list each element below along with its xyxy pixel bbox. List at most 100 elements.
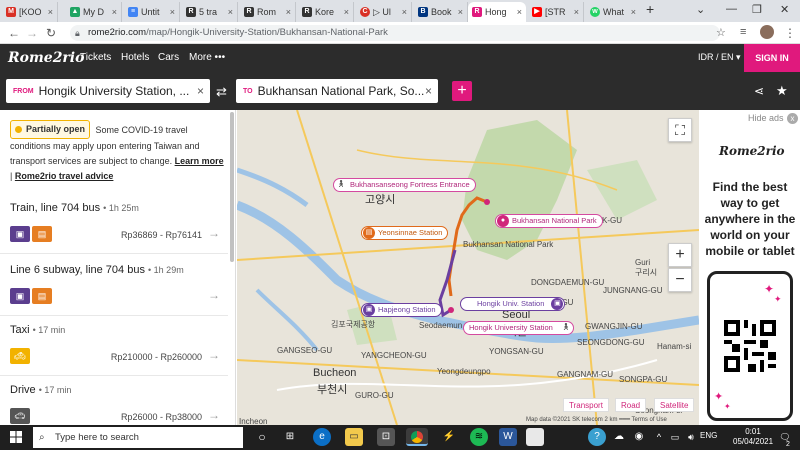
- route-title: Line 6 subway, line 704 bus: [10, 264, 145, 276]
- map-label-gwangjin: GWANGJIN-GU: [585, 322, 643, 331]
- menu-icon[interactable]: ⋮: [784, 26, 796, 40]
- from-field[interactable]: FROM Hongik University Station, ... ×: [6, 79, 210, 103]
- close-icon[interactable]: ×: [112, 7, 117, 17]
- close-icon[interactable]: ×: [402, 7, 407, 17]
- bookmark-star-icon[interactable]: ☆: [716, 26, 726, 39]
- browser-tab[interactable]: w What ×: [586, 2, 640, 22]
- clock-date: 05/04/2021: [733, 437, 774, 446]
- reading-list-icon[interactable]: ≡: [740, 26, 746, 38]
- store-icon[interactable]: ⊡: [377, 428, 395, 446]
- browser-tab[interactable]: R5 tra ×: [182, 2, 238, 22]
- map-type-transport[interactable]: Transport: [563, 398, 609, 412]
- browser-tab[interactable]: R Kore ×: [298, 2, 354, 22]
- swap-icon[interactable]: ⇄: [216, 84, 227, 100]
- pin-yeonsinnae[interactable]: ▤ Yeonsinnae Station: [361, 226, 449, 240]
- learn-more-link[interactable]: Learn more: [175, 156, 224, 166]
- fullscreen-icon[interactable]: ⛶: [668, 118, 692, 142]
- favorite-star-icon[interactable]: ★: [776, 83, 788, 99]
- browser-tab[interactable]: R Rom ×: [240, 2, 296, 22]
- close-icon[interactable]: ×: [458, 7, 463, 17]
- browser-tab[interactable]: ≡ Untit ×: [124, 2, 180, 22]
- word-icon[interactable]: W: [499, 428, 517, 446]
- zoom-in-button[interactable]: +: [668, 243, 692, 267]
- route-map[interactable]: 고양시 Seoul 서울 Bucheon 부천시 Guri 구리시 GWANGJ…: [237, 110, 699, 425]
- close-icon[interactable]: ×: [286, 7, 291, 17]
- route-option[interactable]: Train, line 704 bus • 1h 25m ▣ ▤ Rp36869 …: [0, 194, 228, 254]
- app-icon[interactable]: [526, 428, 544, 446]
- browser-tab[interactable]: ▲ My D ×: [66, 2, 122, 22]
- nav-tickets[interactable]: Tickets: [80, 52, 111, 63]
- site-header: Rome2rio Tickets Hotels Cars More ••• ID…: [0, 44, 800, 72]
- language-currency-selector[interactable]: IDR / EN ▾: [698, 52, 741, 63]
- close-ad-icon[interactable]: x: [787, 113, 798, 124]
- close-icon[interactable]: ×: [170, 7, 175, 17]
- app-icon[interactable]: ⚡: [440, 428, 458, 446]
- ad-logo: Rome2rio: [719, 144, 785, 158]
- tab-label: ▷ Ul: [373, 6, 391, 17]
- route-option[interactable]: Taxi • 17 min 🚕︎ Rp210000 - Rp260000 →: [0, 316, 228, 376]
- back-icon[interactable]: ←: [8, 26, 20, 40]
- browser-tab[interactable]: ▶ [STR ×: [528, 2, 584, 22]
- task-view-icon[interactable]: ⊞: [281, 428, 299, 446]
- nav-cars[interactable]: Cars: [158, 52, 179, 63]
- route-option[interactable]: Line 6 subway, line 704 bus • 1h 29m ▣ ▤ …: [0, 256, 228, 316]
- close-icon[interactable]: ×: [574, 7, 579, 17]
- help-icon[interactable]: ?: [588, 428, 606, 446]
- hide-ads-link[interactable]: Hide ads: [748, 113, 784, 123]
- add-destination-button[interactable]: +: [452, 81, 472, 101]
- taskbar-search-box[interactable]: ⌕ Type here to search: [33, 427, 243, 448]
- panel-scrollbar[interactable]: [230, 112, 234, 262]
- pin-fortress-entrance[interactable]: 🚶︎ Bukhansanseong Fortress Entrance: [333, 178, 476, 192]
- volume-icon[interactable]: 🔊︎: [682, 428, 700, 446]
- browser-tab[interactable]: B Book ×: [414, 2, 468, 22]
- windows-start-icon[interactable]: [10, 431, 22, 443]
- sparkle-icon: ✦: [764, 282, 775, 296]
- rome2rio-logo[interactable]: Rome2rio: [8, 50, 84, 66]
- task-view-icon[interactable]: ○: [253, 428, 271, 446]
- clear-from-icon[interactable]: ×: [197, 84, 204, 98]
- window-close-icon[interactable]: ✕: [780, 3, 789, 16]
- close-icon[interactable]: ×: [344, 7, 349, 17]
- share-icon[interactable]: ⋖: [754, 84, 764, 98]
- nav-hotels[interactable]: Hotels: [121, 52, 149, 63]
- docs-icon: ≡: [128, 7, 138, 17]
- taskbar-clock[interactable]: 0:01 05/04/2021: [733, 427, 773, 447]
- travel-advice-link[interactable]: Rome2rio travel advice: [15, 171, 114, 181]
- close-icon[interactable]: ×: [631, 7, 636, 17]
- pin-hongik-university[interactable]: Hongik University Station 🚶︎: [463, 321, 574, 335]
- chrome-icon[interactable]: [406, 428, 428, 446]
- spotify-icon[interactable]: ≋: [470, 428, 488, 446]
- clear-to-icon[interactable]: ×: [425, 84, 432, 98]
- minimize-icon[interactable]: —: [726, 3, 737, 15]
- tab-search-icon[interactable]: ⌄: [696, 3, 705, 16]
- close-icon[interactable]: ×: [517, 7, 522, 17]
- pin-hapjeong[interactable]: ▣ Hapjeong Station: [361, 303, 442, 317]
- close-icon[interactable]: ×: [48, 7, 53, 17]
- map-type-satellite[interactable]: Satellite: [654, 398, 695, 412]
- map-type-road[interactable]: Road: [615, 398, 647, 412]
- browser-tab[interactable]: M [KOO ×: [2, 2, 58, 22]
- profile-avatar[interactable]: [760, 25, 774, 39]
- sign-in-button[interactable]: SIGN IN: [744, 44, 800, 72]
- file-explorer-icon[interactable]: ▭: [345, 428, 363, 446]
- ad-text[interactable]: Find the best way to get anywhere in the…: [703, 179, 797, 259]
- edge-icon[interactable]: e: [313, 428, 331, 446]
- pin-hongik-univ[interactable]: Hongik Univ. Station ▣: [460, 297, 566, 311]
- route-option[interactable]: Drive • 17 min 🚗︎ Rp26000 - Rp38000 →: [0, 376, 228, 425]
- forward-icon[interactable]: →: [26, 26, 38, 40]
- new-tab-button[interactable]: +: [646, 1, 654, 17]
- reload-icon[interactable]: ↻: [46, 26, 56, 40]
- language-indicator[interactable]: ENG: [700, 431, 717, 440]
- browser-tab[interactable]: C ▷ Ul ×: [356, 2, 412, 22]
- nav-more[interactable]: More •••: [189, 52, 225, 63]
- zoom-out-button[interactable]: −: [668, 268, 692, 292]
- to-field[interactable]: TO Bukhansan National Park, So... ×: [236, 79, 438, 103]
- restore-icon[interactable]: ❐: [752, 3, 762, 16]
- notification-icon[interactable]: 🗨︎ 2: [776, 428, 794, 448]
- pin-national-park[interactable]: ● Bukhansan National Park: [495, 214, 603, 228]
- url-field[interactable]: 🔒︎ rome2rio.com/map/Hongik-University-St…: [70, 25, 720, 41]
- app-icon[interactable]: ◉: [630, 428, 648, 446]
- close-icon[interactable]: ×: [228, 7, 233, 17]
- onedrive-icon[interactable]: ☁: [610, 428, 628, 446]
- browser-tab-active[interactable]: R Hong ×: [468, 2, 526, 22]
